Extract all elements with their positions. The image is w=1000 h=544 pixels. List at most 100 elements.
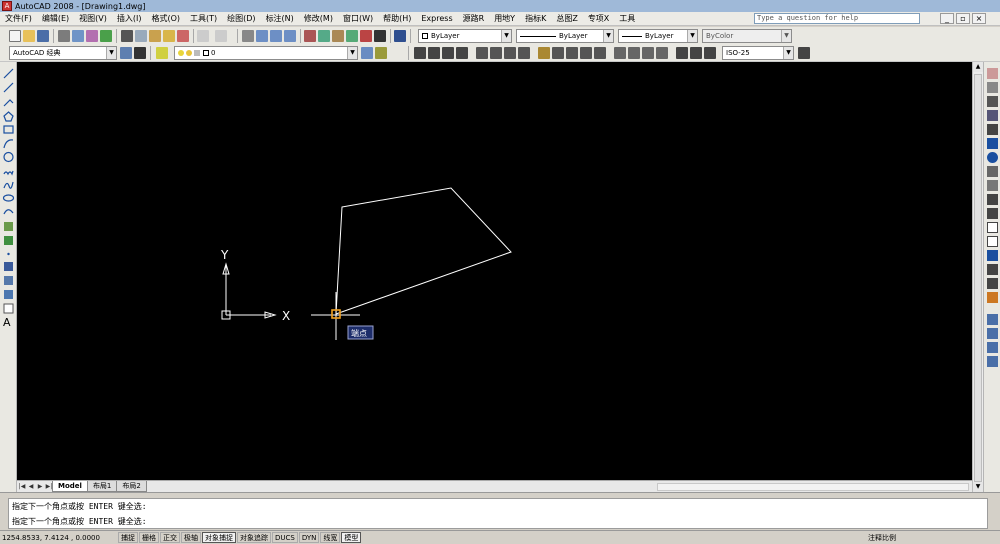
- help-icon[interactable]: [394, 30, 406, 42]
- dimension-edit-icon[interactable]: [676, 47, 688, 59]
- sheet-set-icon[interactable]: [346, 30, 358, 42]
- ordinate-dimension-icon[interactable]: [456, 47, 468, 59]
- redo-icon[interactable]: [215, 30, 227, 42]
- otrack-toggle[interactable]: 对象追踪: [237, 532, 271, 543]
- save-icon[interactable]: [37, 30, 49, 42]
- linear-dimension-icon[interactable]: [414, 47, 426, 59]
- stretch-icon[interactable]: [987, 180, 998, 191]
- jogged-dimension-icon[interactable]: [490, 47, 502, 59]
- center-mark-icon[interactable]: [628, 47, 640, 59]
- baseline-dimension-icon[interactable]: [552, 47, 564, 59]
- polar-toggle[interactable]: 极轴: [181, 532, 201, 543]
- dimension-space-icon[interactable]: [580, 47, 592, 59]
- plotstyle-control[interactable]: ByColor ▼: [702, 29, 792, 43]
- layer-manager-icon[interactable]: [156, 47, 168, 59]
- scale-icon[interactable]: [987, 166, 998, 177]
- restore-button[interactable]: ▫: [956, 13, 970, 24]
- erase-icon[interactable]: [987, 68, 998, 79]
- model-toggle[interactable]: 模型: [341, 532, 362, 543]
- grid-toggle[interactable]: 栅格: [139, 532, 159, 543]
- toolbar-lock-icon[interactable]: [134, 47, 146, 59]
- fillet-icon[interactable]: [987, 278, 998, 289]
- open-icon[interactable]: [23, 30, 35, 42]
- jogged-linear-icon[interactable]: [656, 47, 668, 59]
- dimension-update-icon[interactable]: [704, 47, 716, 59]
- design-center-icon[interactable]: [318, 30, 330, 42]
- scroll-down-icon[interactable]: ▼: [973, 482, 983, 492]
- osnap-toggle[interactable]: 对象捕捉: [202, 532, 236, 543]
- match-properties-icon[interactable]: [163, 30, 175, 42]
- dimension-style-icon[interactable]: [798, 47, 810, 59]
- menu-dimension[interactable]: 标注(N): [261, 13, 299, 24]
- menu-route[interactable]: 源路R: [458, 13, 490, 24]
- paste-icon[interactable]: [149, 30, 161, 42]
- quick-dimension-icon[interactable]: [538, 47, 550, 59]
- menu-edit[interactable]: 编辑(E): [37, 13, 74, 24]
- prev-tab-icon[interactable]: ◀: [27, 483, 35, 491]
- tolerance-icon[interactable]: [614, 47, 626, 59]
- tab-layout1[interactable]: 布局1: [86, 481, 118, 492]
- continue-dimension-icon[interactable]: [566, 47, 578, 59]
- offset-icon[interactable]: [987, 110, 998, 121]
- zoom-realtime-icon[interactable]: [256, 30, 268, 42]
- inspection-icon[interactable]: [642, 47, 654, 59]
- menu-window[interactable]: 窗口(W): [338, 13, 378, 24]
- close-button[interactable]: ×: [972, 13, 986, 24]
- break-at-point-icon[interactable]: [987, 222, 998, 233]
- trim-icon[interactable]: [987, 194, 998, 205]
- 3d-dwf-icon[interactable]: [100, 30, 112, 42]
- help-search-input[interactable]: Type a question for help: [754, 13, 920, 24]
- plot-icon[interactable]: [58, 30, 70, 42]
- publish-icon[interactable]: [86, 30, 98, 42]
- menu-help[interactable]: 帮助(H): [378, 13, 416, 24]
- dyn-toggle[interactable]: DYN: [298, 532, 320, 543]
- ortho-toggle[interactable]: 正交: [160, 532, 180, 543]
- tab-model[interactable]: Model: [52, 481, 88, 492]
- menu-landuse[interactable]: 用地Y: [489, 13, 520, 24]
- menu-index[interactable]: 指标K: [520, 13, 551, 24]
- join-icon[interactable]: [987, 250, 998, 261]
- lineweight-control[interactable]: ByLayer ▼: [618, 29, 698, 43]
- plot-preview-icon[interactable]: [72, 30, 84, 42]
- command-history[interactable]: 指定下一个角点或按 ENTER 键全选: 指定下一个角点或按 ENTER 键全选…: [8, 498, 988, 529]
- tool-palettes-icon[interactable]: [332, 30, 344, 42]
- menu-express[interactable]: Express: [416, 14, 457, 23]
- menu-tools-ext[interactable]: 工具: [614, 13, 640, 24]
- menu-master-plan[interactable]: 总图Z: [551, 13, 582, 24]
- menu-insert[interactable]: 插入(I): [112, 13, 147, 24]
- mirror-icon[interactable]: [987, 96, 998, 107]
- copy-icon[interactable]: [135, 30, 147, 42]
- scroll-up-icon[interactable]: ▲: [973, 62, 983, 72]
- radius-dimension-icon[interactable]: [476, 47, 488, 59]
- zoom-window-icon[interactable]: [270, 30, 282, 42]
- menu-draw[interactable]: 绘图(D): [222, 13, 260, 24]
- layer-previous-icon[interactable]: [375, 47, 387, 59]
- tab-layout2[interactable]: 布局2: [116, 481, 147, 492]
- angular-dimension-icon[interactable]: [518, 47, 530, 59]
- array-icon[interactable]: [987, 124, 998, 135]
- linetype-control[interactable]: ByLayer ▼: [516, 29, 614, 43]
- markup-icon[interactable]: [360, 30, 372, 42]
- first-tab-icon[interactable]: |◀: [18, 483, 26, 491]
- dimension-text-edit-icon[interactable]: [690, 47, 702, 59]
- menu-view[interactable]: 视图(V): [74, 13, 112, 24]
- draw-order-icon[interactable]: [987, 314, 998, 325]
- drawing-canvas[interactable]: Y X 端点: [17, 62, 972, 480]
- minimize-button[interactable]: _: [940, 13, 954, 24]
- diameter-dimension-icon[interactable]: [504, 47, 516, 59]
- undo-icon[interactable]: [197, 30, 209, 42]
- horizontal-scrollbar[interactable]: [657, 483, 969, 491]
- next-tab-icon[interactable]: ▶: [36, 483, 44, 491]
- make-object-layer-current-icon[interactable]: [361, 47, 373, 59]
- extend-icon[interactable]: [987, 208, 998, 219]
- arc-length-icon[interactable]: [442, 47, 454, 59]
- aligned-dimension-icon[interactable]: [428, 47, 440, 59]
- menu-file[interactable]: 文件(F): [0, 13, 37, 24]
- pan-icon[interactable]: [242, 30, 254, 42]
- snap-toggle[interactable]: 捕捉: [118, 532, 138, 543]
- layer-control[interactable]: 0 ▼: [174, 46, 358, 60]
- cut-icon[interactable]: [121, 30, 133, 42]
- text-to-front-icon[interactable]: [987, 356, 998, 367]
- zoom-previous-icon[interactable]: [284, 30, 296, 42]
- color-control[interactable]: ByLayer ▼: [418, 29, 512, 43]
